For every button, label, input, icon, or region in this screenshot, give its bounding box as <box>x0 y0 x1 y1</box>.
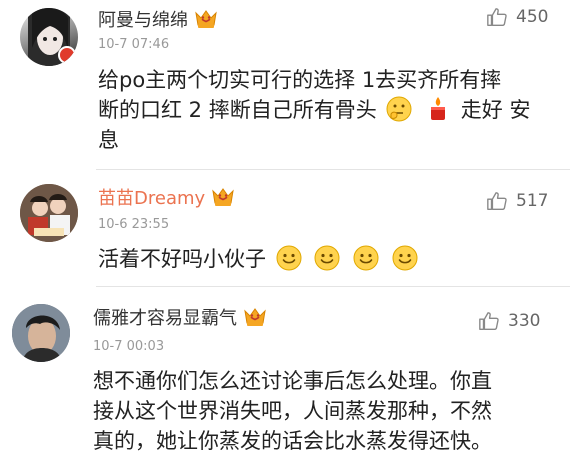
like-count: 450 <box>516 7 549 27</box>
comment-line: 给po主两个切实可行的选择 1去买齐所有摔 <box>98 68 502 92</box>
avatar-image <box>20 184 78 242</box>
like-button[interactable]: 330 <box>478 310 540 332</box>
comment-item: 儒雅才容易显霸气 10-7 00:03 330 想不通你们怎么还讨论事后怎么处理… <box>0 287 570 471</box>
candle-emoji <box>431 97 446 120</box>
timestamp: 10-6 23:55 <box>98 217 170 232</box>
username-text[interactable]: 阿曼与绵绵 <box>98 10 188 31</box>
avatar-image <box>12 304 70 362</box>
like-count: 330 <box>508 311 541 331</box>
smile-emoji <box>314 245 340 271</box>
like-count: 517 <box>516 191 549 211</box>
timestamp: 10-7 00:03 <box>93 339 165 354</box>
comment-line: 接从这个世界消失吧，人间蒸发那种，不然 <box>93 399 492 423</box>
comment-text: 活着不好吗小伙子 <box>98 244 558 274</box>
comment-line: 真的，她让你蒸发的话会比水蒸发得还快。 <box>93 429 492 453</box>
vip-crown-badge-icon <box>243 307 267 327</box>
timestamp: 10-7 07:46 <box>98 37 170 52</box>
thinking-face-emoji <box>386 96 412 122</box>
smile-emoji <box>276 245 302 271</box>
comment-item: 阿曼与绵绵 10-7 07:46 450 给po主两个切实可行的选择 1去买齐所… <box>0 0 570 170</box>
comment-text-segment: 断的口红 2 摔断自己所有骨头 <box>98 98 377 122</box>
comment-line: 想不通你们怎么还讨论事后怎么处理。你直 <box>93 369 492 393</box>
comment-text: 给po主两个切实可行的选择 1去买齐所有摔 断的口红 2 摔断自己所有骨头 走好… <box>98 65 558 155</box>
smile-emoji <box>353 245 379 271</box>
username-text[interactable]: 苗苗Dreamy <box>98 188 205 209</box>
comment-text-segment: 活着不好吗小伙子 <box>98 247 266 271</box>
username[interactable]: 阿曼与绵绵 <box>98 9 218 32</box>
username[interactable]: 苗苗Dreamy <box>98 187 235 210</box>
vip-crown-badge-icon <box>211 187 235 207</box>
avatar[interactable] <box>12 304 70 362</box>
thumbs-up-icon <box>478 310 500 332</box>
username[interactable]: 儒雅才容易显霸气 <box>93 307 267 330</box>
comment-text-segment: 走好 安 <box>460 98 531 122</box>
smile-emoji <box>392 245 418 271</box>
like-button[interactable]: 517 <box>486 190 548 212</box>
comment-line: 断的口红 2 摔断自己所有骨头 走好 安 <box>98 95 558 125</box>
avatar[interactable] <box>20 8 78 66</box>
comment-text: 想不通你们怎么还讨论事后怎么处理。你直 接从这个世界消失吧，人间蒸发那种，不然 … <box>93 366 563 456</box>
thumbs-up-icon <box>486 190 508 212</box>
vip-crown-badge-icon <box>194 9 218 29</box>
avatar[interactable] <box>20 184 78 242</box>
username-text[interactable]: 儒雅才容易显霸气 <box>93 308 237 329</box>
comment-item: 苗苗Dreamy 10-6 23:55 517 活着不好吗小伙子 <box>0 170 570 286</box>
thumbs-up-icon <box>486 6 508 28</box>
like-button[interactable]: 450 <box>486 6 548 28</box>
verified-badge-icon <box>58 46 76 64</box>
comment-line: 息 <box>98 128 119 152</box>
